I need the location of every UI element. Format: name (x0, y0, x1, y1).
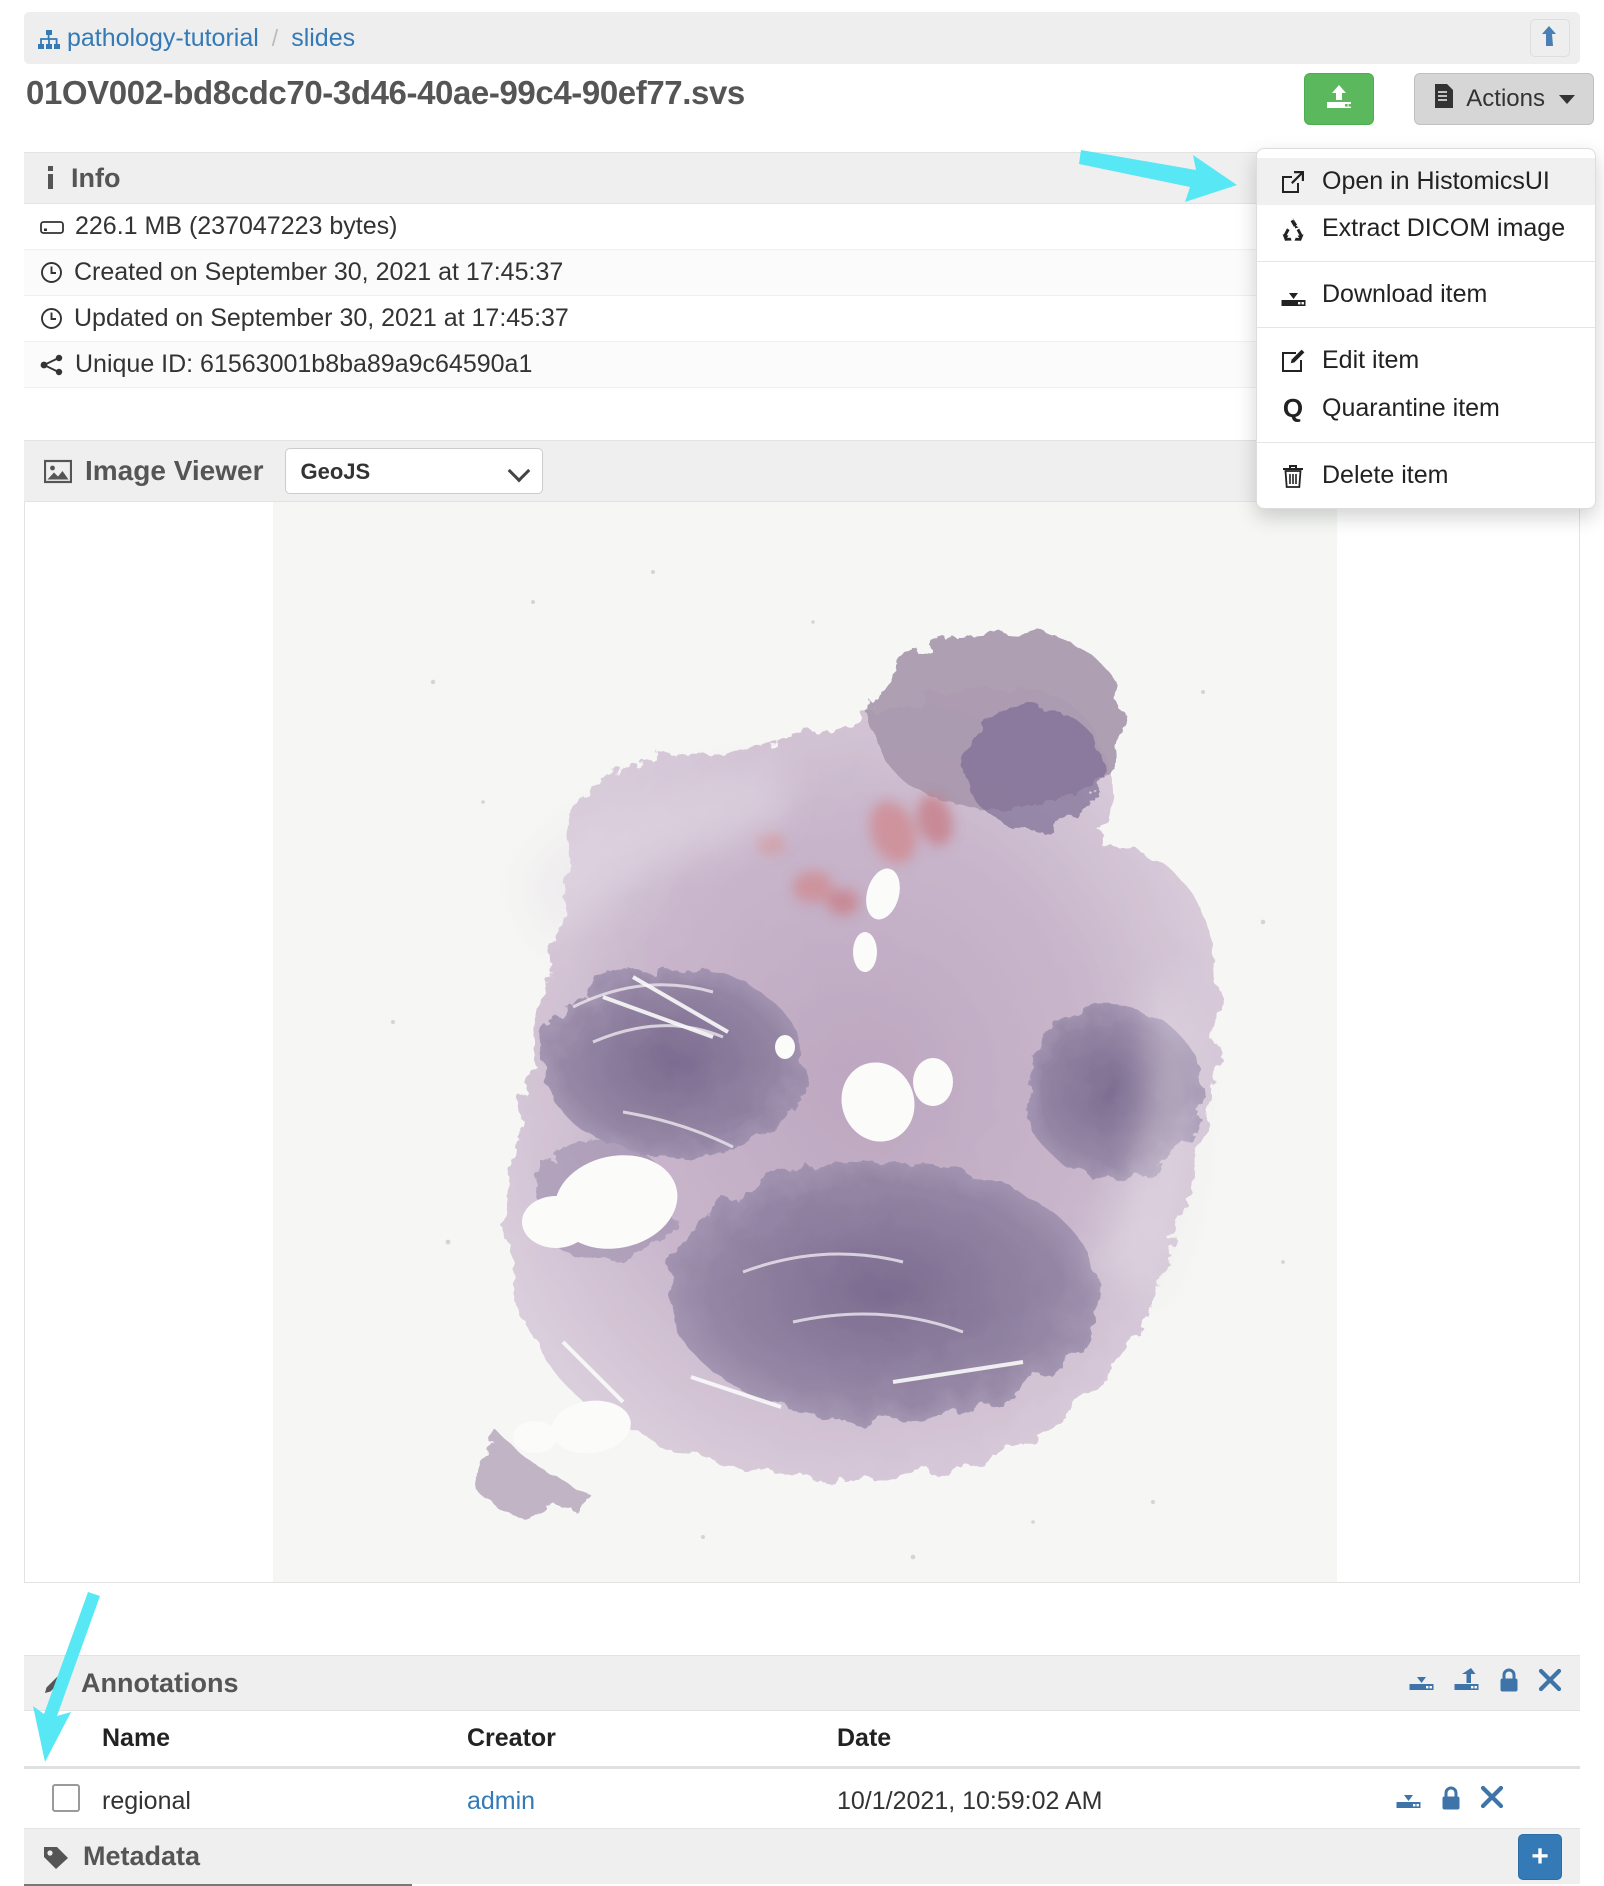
breadcrumb-label: slides (291, 23, 356, 52)
info-row-text: 226.1 MB (237047223 bytes) (75, 212, 398, 240)
menu-item-delete-item[interactable]: Delete item (1257, 452, 1595, 499)
actions-button[interactable]: Actions (1414, 73, 1594, 125)
actions-dropdown-menu: Open in HistomicsUI Extract DICOM image (1256, 148, 1596, 509)
annotation-date: 10/1/2021, 10:59:02 AM (837, 1786, 1103, 1815)
column-header-date: Date (837, 1724, 892, 1752)
annotation-creator-link[interactable]: admin (467, 1787, 535, 1815)
annotations-panel: Annotations Name Creator Date regional a… (24, 1655, 1580, 1833)
file-icon (1433, 83, 1455, 116)
add-metadata-button[interactable]: + (1518, 1833, 1562, 1880)
info-row-text: Updated on September 30, 2021 at 17:45:3… (74, 304, 569, 332)
share-icon (40, 354, 64, 376)
breadcrumb-label: pathology-tutorial (67, 23, 259, 52)
download-annotation-icon[interactable] (1395, 1785, 1422, 1818)
metadata-panel: Metadata + (24, 1828, 1580, 1884)
title-row: 01OV002-bd8cdc70-3d46-40ae-99c4-90ef77.s… (0, 72, 1604, 134)
sitemap-icon (38, 28, 60, 49)
breadcrumb: pathology-tutorial / slides (24, 12, 1580, 64)
column-header-name: Name (102, 1724, 171, 1752)
image-viewer-title: Image Viewer (85, 455, 264, 486)
annotations-table-header: Name Creator Date (24, 1711, 1580, 1769)
menu-item-label: Extract DICOM image (1322, 214, 1566, 242)
info-row-text: Created on September 30, 2021 at 17:45:3… (74, 258, 564, 286)
whole-slide-image[interactable] (273, 502, 1337, 1582)
delete-annotation-icon[interactable] (1480, 1785, 1504, 1818)
viewer-select[interactable]: GeoJS (285, 448, 544, 494)
menu-item-label: Edit item (1322, 346, 1420, 374)
lock-annotations-icon[interactable] (1498, 1667, 1520, 1700)
metadata-panel-header: Metadata + (24, 1828, 1580, 1884)
breadcrumb-separator: / (271, 24, 279, 51)
info-icon (44, 165, 58, 191)
menu-item-label: Quarantine item (1322, 394, 1500, 422)
external-link-icon (1279, 169, 1307, 195)
quarantine-q-icon: Q (1282, 393, 1304, 423)
metadata-panel-title: Metadata (83, 1841, 201, 1871)
breadcrumb-item-slides[interactable]: slides (291, 24, 355, 53)
edit-icon (1279, 348, 1307, 374)
menu-item-download-item[interactable]: Download item (1257, 271, 1595, 318)
download-icon (1279, 282, 1307, 308)
pencil-icon (42, 1670, 68, 1696)
clock-icon (40, 307, 63, 330)
actions-button-label: Actions (1466, 85, 1545, 112)
row-checkbox-cell (24, 1783, 102, 1819)
recycle-icon (1279, 216, 1307, 242)
annotations-panel-header: Annotations (24, 1655, 1580, 1711)
menu-item-quarantine-item[interactable]: Q Quarantine item (1257, 384, 1595, 433)
annotations-header-actions (1408, 1667, 1562, 1700)
page-title: 01OV002-bd8cdc70-3d46-40ae-99c4-90ef77.s… (26, 74, 745, 111)
clock-icon (40, 261, 63, 284)
upload-icon (1324, 83, 1354, 116)
annotation-row-checkbox[interactable] (52, 1783, 80, 1812)
lock-annotation-icon[interactable] (1440, 1785, 1462, 1818)
image-viewer-title-group: Image Viewer (44, 455, 263, 487)
upload-annotations-icon[interactable] (1453, 1667, 1480, 1700)
caret-down-icon (1559, 94, 1575, 104)
hdd-icon (40, 217, 64, 237)
menu-item-label: Download item (1322, 280, 1488, 308)
download-annotations-icon[interactable] (1408, 1667, 1435, 1700)
close-annotations-icon[interactable] (1538, 1668, 1562, 1699)
tag-icon (42, 1844, 70, 1870)
annotations-panel-title: Annotations (81, 1667, 239, 1698)
breadcrumb-item-pathology-tutorial[interactable]: pathology-tutorial (38, 24, 259, 53)
menu-divider (1257, 442, 1595, 443)
menu-item-label: Open in HistomicsUI (1322, 167, 1550, 195)
annotation-name: regional (102, 1786, 191, 1815)
upload-file-button[interactable] (1304, 73, 1374, 125)
level-up-icon (1540, 25, 1560, 52)
menu-divider (1257, 261, 1595, 262)
annotation-row-actions (1395, 1785, 1580, 1818)
menu-divider (1257, 327, 1595, 328)
menu-item-label: Delete item (1322, 461, 1449, 489)
trash-icon (1279, 463, 1307, 489)
level-up-button[interactable] (1530, 19, 1570, 57)
info-panel-title: Info (71, 162, 121, 193)
table-row[interactable]: regional admin 10/1/2021, 10:59:02 AM (24, 1769, 1580, 1833)
menu-item-extract-dicom-image[interactable]: Extract DICOM image (1257, 205, 1595, 252)
viewer-select-wrapper: GeoJS (285, 448, 544, 494)
item-page: pathology-tutorial / slides 01OV002-bd8c… (0, 0, 1604, 1886)
menu-item-edit-item[interactable]: Edit item (1257, 337, 1595, 384)
image-viewer-canvas[interactable] (24, 502, 1580, 1583)
slide-rendering (273, 502, 1337, 1582)
menu-item-open-in-histomicsui[interactable]: Open in HistomicsUI (1257, 158, 1595, 205)
info-row-text: Unique ID: 61563001b8ba89a9c64590a1 (75, 350, 533, 378)
column-header-creator: Creator (467, 1724, 556, 1752)
annotation-creator-cell: admin (467, 1787, 837, 1816)
picture-icon (44, 459, 72, 484)
image-viewer-panel: Image Viewer GeoJS (24, 440, 1580, 1583)
